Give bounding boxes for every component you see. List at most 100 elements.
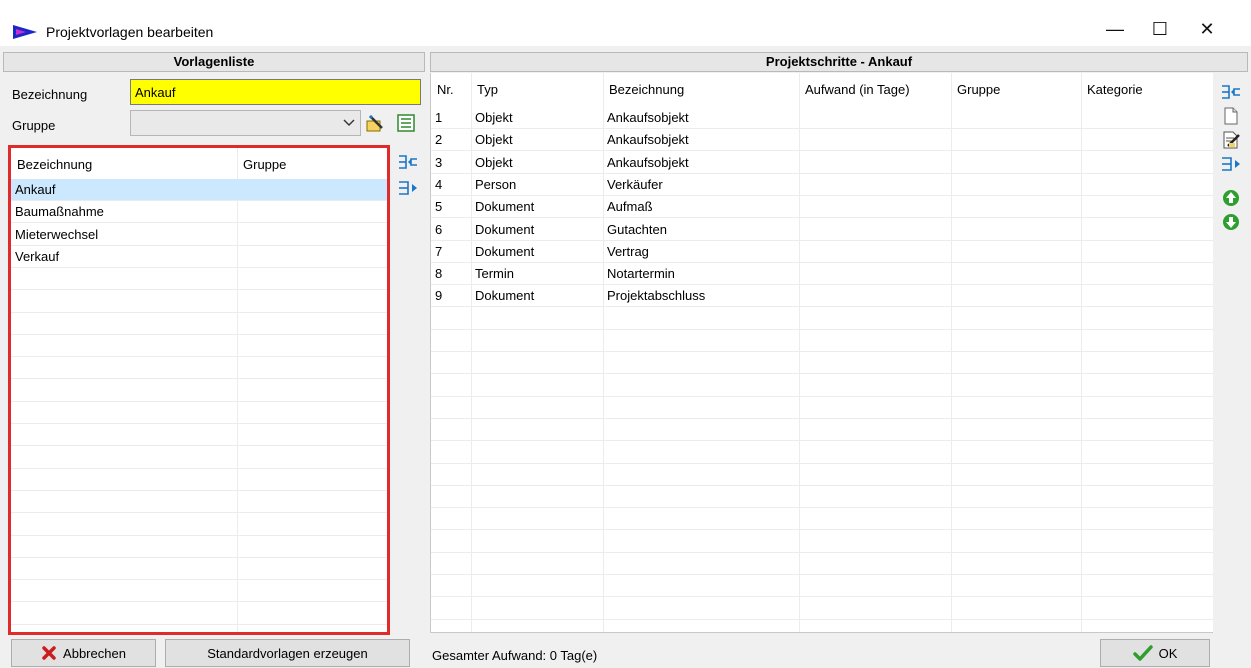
cell-bezeichnung: Ankaufsobjekt bbox=[607, 132, 689, 148]
column-header-aufwand[interactable]: Aufwand (in Tage) bbox=[799, 73, 910, 107]
cell-aufwand bbox=[799, 219, 803, 241]
cell-typ: Dokument bbox=[475, 221, 535, 237]
cell-gruppe bbox=[951, 196, 955, 218]
column-header-gruppe[interactable]: Gruppe bbox=[951, 73, 1000, 107]
cell-aufwand bbox=[799, 174, 803, 196]
cell-bezeichnung: Verkauf bbox=[15, 248, 60, 264]
cell-aufwand bbox=[799, 285, 803, 307]
table-row[interactable]: 9 Dokument Projektabschluss bbox=[431, 285, 1213, 308]
move-down-icon[interactable] bbox=[1220, 212, 1242, 232]
empty-row bbox=[431, 330, 1213, 352]
ok-label: OK bbox=[1158, 645, 1178, 661]
cell-aufwand bbox=[799, 241, 803, 263]
cell-nr: 7 bbox=[435, 243, 443, 259]
table-row[interactable]: Verkauf bbox=[11, 246, 387, 268]
cell-nr: 2 bbox=[435, 132, 443, 148]
cell-bezeichnung: Baumaßnahme bbox=[15, 204, 104, 220]
table-row[interactable]: 8 Termin Notartermin bbox=[431, 263, 1213, 286]
cell-bezeichnung: Vertrag bbox=[607, 243, 649, 259]
empty-row bbox=[11, 335, 387, 358]
maximize-button[interactable]: ☐ bbox=[1137, 12, 1183, 46]
cell-nr: 8 bbox=[435, 266, 443, 282]
empty-row bbox=[11, 447, 387, 469]
cell-kategorie bbox=[1081, 174, 1085, 196]
empty-row bbox=[431, 508, 1213, 531]
table-row[interactable]: Ankauf bbox=[11, 179, 387, 201]
column-header-bezeichnung[interactable]: Bezeichnung bbox=[11, 148, 92, 182]
column-header-typ[interactable]: Typ bbox=[471, 73, 498, 107]
table-row[interactable]: 2 Objekt Ankaufsobjekt bbox=[431, 129, 1213, 152]
table-row[interactable]: Baumaßnahme bbox=[11, 201, 387, 224]
cell-typ: Objekt bbox=[475, 154, 513, 170]
empty-row bbox=[11, 402, 387, 424]
projektschritte-table[interactable]: Nr. Typ Bezeichnung Aufwand (in Tage) Gr… bbox=[430, 73, 1213, 633]
cell-bezeichnung: Ankaufsobjekt bbox=[607, 110, 689, 125]
table-row[interactable]: Mieterwechsel bbox=[11, 224, 387, 246]
empty-row bbox=[431, 464, 1213, 486]
table-row[interactable]: 3 Objekt Ankaufsobjekt bbox=[431, 152, 1213, 174]
cancel-x-icon bbox=[42, 646, 56, 660]
vorlagen-table[interactable]: Bezeichnung Gruppe Ankauf Baumaßnahme Miet… bbox=[8, 145, 390, 635]
cell-gruppe bbox=[951, 241, 955, 263]
ok-button[interactable]: OK bbox=[1100, 639, 1210, 667]
add-step-icon[interactable] bbox=[1220, 154, 1242, 174]
table-row[interactable]: 6 Dokument Gutachten bbox=[431, 219, 1213, 241]
add-template-icon[interactable] bbox=[397, 178, 419, 198]
empty-row bbox=[11, 357, 387, 380]
edit-group-icon[interactable] bbox=[364, 112, 386, 134]
new-document-icon[interactable] bbox=[1220, 106, 1242, 126]
maximize-icon: ☐ bbox=[1151, 18, 1169, 39]
cell-gruppe bbox=[237, 224, 241, 246]
column-header-nr[interactable]: Nr. bbox=[431, 73, 454, 107]
create-standard-templates-button[interactable]: Standardvorlagen erzeugen bbox=[165, 639, 410, 667]
empty-row bbox=[431, 486, 1213, 509]
table-row[interactable]: 5 Dokument Aufmaß bbox=[431, 196, 1213, 219]
cell-typ: Objekt bbox=[475, 132, 513, 148]
cell-bezeichnung: Verkäufer bbox=[607, 176, 663, 192]
cell-bezeichnung: Mieterwechsel bbox=[15, 226, 99, 242]
remove-template-icon[interactable] bbox=[397, 152, 419, 172]
cell-kategorie bbox=[1081, 129, 1085, 151]
cancel-button[interactable]: Abbrechen bbox=[11, 639, 156, 667]
gruppe-label: Gruppe bbox=[12, 118, 56, 133]
cell-bezeichnung: Ankaufsobjekt bbox=[607, 154, 689, 170]
cell-gruppe bbox=[951, 107, 955, 129]
cell-nr: 5 bbox=[435, 199, 443, 215]
empty-row bbox=[11, 603, 387, 625]
bezeichnung-input[interactable]: Ankauf bbox=[130, 79, 421, 105]
table-row[interactable]: 7 Dokument Vertrag bbox=[431, 241, 1213, 263]
table-row[interactable]: 1 Objekt Ankaufsobjekt bbox=[431, 107, 1213, 129]
column-header-bezeichnung[interactable]: Bezeichnung bbox=[603, 73, 684, 107]
total-effort-text: Gesamter Aufwand: 0 Tag(e) bbox=[432, 648, 598, 663]
cell-aufwand bbox=[799, 263, 803, 285]
vorlagenliste-header: Vorlagenliste bbox=[3, 52, 425, 72]
empty-row bbox=[11, 424, 387, 447]
empty-row bbox=[11, 536, 387, 558]
cell-kategorie bbox=[1081, 107, 1085, 129]
empty-row bbox=[431, 531, 1213, 553]
minimize-button[interactable]: — bbox=[1092, 12, 1138, 46]
edit-document-icon[interactable] bbox=[1220, 130, 1242, 150]
app-flag-icon bbox=[13, 25, 37, 39]
group-list-icon[interactable] bbox=[395, 112, 417, 134]
column-header-kategorie[interactable]: Kategorie bbox=[1081, 73, 1143, 107]
cell-bezeichnung: Aufmaß bbox=[607, 199, 653, 215]
cell-kategorie bbox=[1081, 263, 1085, 285]
column-header-gruppe[interactable]: Gruppe bbox=[237, 148, 286, 182]
gruppe-dropdown[interactable] bbox=[130, 110, 361, 136]
cell-gruppe bbox=[951, 263, 955, 285]
cell-kategorie bbox=[1081, 285, 1085, 307]
cell-aufwand bbox=[799, 129, 803, 151]
remove-step-icon[interactable] bbox=[1220, 82, 1242, 102]
move-up-icon[interactable] bbox=[1220, 188, 1242, 208]
close-button[interactable]: ✕ bbox=[1184, 12, 1230, 46]
empty-row bbox=[431, 419, 1213, 442]
cell-bezeichnung: Projektabschluss bbox=[607, 288, 706, 304]
empty-row bbox=[11, 469, 387, 491]
cell-bezeichnung: Gutachten bbox=[607, 221, 667, 237]
window-title: Projektvorlagen bearbeiten bbox=[46, 24, 214, 40]
empty-row bbox=[11, 580, 387, 603]
empty-row bbox=[431, 397, 1213, 419]
table-row[interactable]: 4 Person Verkäufer bbox=[431, 174, 1213, 196]
cell-aufwand bbox=[799, 196, 803, 218]
